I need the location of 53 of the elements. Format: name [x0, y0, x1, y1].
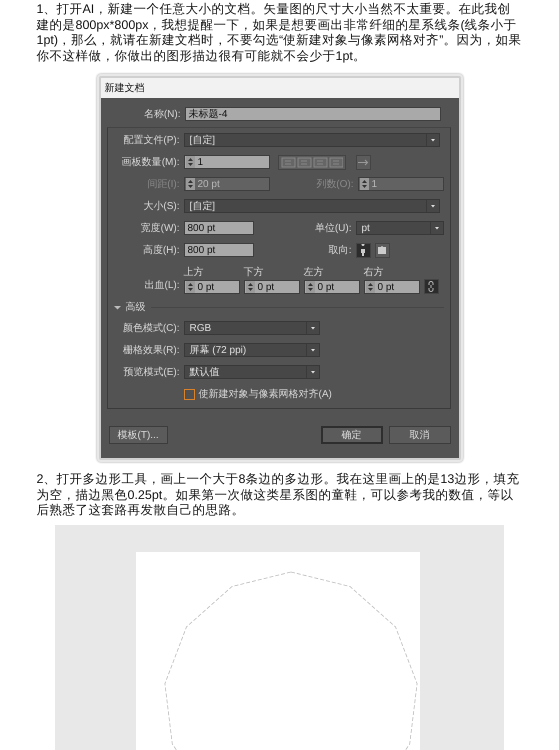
dropdown[interactable]: 默认值: [184, 365, 320, 379]
input-field[interactable]: 1: [184, 155, 270, 169]
field-label: 画板数量(M):: [120, 156, 180, 169]
checkbox-label: 使新建对象与像素网格对齐(A): [198, 388, 332, 401]
spinner-arrows-icon[interactable]: [186, 156, 194, 168]
field-label: 下方: [244, 266, 264, 279]
dialog-button[interactable]: 确定: [320, 426, 382, 444]
field-label: 高度(H):: [142, 244, 180, 257]
input-field[interactable]: 800 pt: [184, 221, 254, 235]
portrait-button[interactable]: [356, 242, 370, 258]
chain-link-icon: [428, 281, 434, 292]
landscape-button[interactable]: [374, 242, 390, 258]
input-field[interactable]: 0 pt: [244, 280, 300, 294]
arrow-button[interactable]: [356, 154, 370, 170]
disclosure-triangle-icon[interactable]: [114, 304, 120, 310]
field-label: 单位(U):: [314, 222, 352, 235]
field-label: 配置文件(P):: [122, 134, 180, 147]
dialog-title: 新建文档: [100, 78, 458, 98]
dropdown[interactable]: pt: [356, 221, 444, 235]
input-field[interactable]: 0 pt: [184, 280, 240, 294]
section-label: 高级: [126, 300, 146, 314]
field-label: 大小(S):: [142, 200, 180, 213]
input-field[interactable]: 0 pt: [364, 280, 420, 294]
spinner-arrows-icon[interactable]: [306, 281, 314, 293]
input-field[interactable]: 0 pt: [304, 280, 360, 294]
spinner-arrows-icon[interactable]: [366, 281, 374, 293]
field-label: 预览模式(E):: [122, 366, 180, 379]
dropdown[interactable]: [自定]: [184, 133, 440, 147]
field-label: 出血(L):: [144, 278, 180, 293]
checkbox[interactable]: [184, 388, 194, 400]
field-label: 宽度(W):: [140, 222, 180, 235]
grid-arrange-icon: [280, 156, 342, 168]
field-label: 名称(N):: [142, 108, 180, 121]
right-arrow-icon: [358, 158, 368, 166]
input-field[interactable]: 未标题-4: [184, 107, 440, 121]
link-button[interactable]: [424, 279, 438, 294]
field-label: 右方: [364, 266, 384, 279]
dialog-button[interactable]: 模板(T)...: [108, 426, 168, 444]
paragraph: 2、打开多边形工具，画上一个大于8条边的多边形。我在这里画上的是13边形，填充为空，描边黑色0.25pt。如果第一次做这类星系图的童鞋，可以参考我的数值，等以后熟悉了这套路再发散自己的思路。: [36, 472, 520, 518]
field-label: 颜色模式(C):: [122, 322, 180, 335]
field-label: 栅格效果(R):: [122, 344, 180, 357]
spinner-arrows-icon[interactable]: [186, 281, 194, 293]
field-label: 上方: [184, 266, 204, 279]
artboard-layout-button[interactable]: [278, 154, 346, 170]
field-label: 取向:: [328, 244, 352, 257]
spinner-arrows-icon[interactable]: [246, 281, 254, 293]
dropdown[interactable]: RGB: [184, 321, 320, 335]
dropdown[interactable]: [自定]: [184, 199, 440, 213]
input-field[interactable]: 800 pt: [184, 243, 254, 257]
paragraph: 1、打开AI，新建一个任意大小的文档。矢量图的尺寸大小当然不太重要。在此我创建的是800px*800px，我想提醒一下，如果是想要画出非常纤细的星系线条(线条小于1pt)，那么，就请在新建文档时，不要勾选“使新建对象与像素网格对齐”。因为，如果你不这样做，你做出的图形描边很有可能就不会少于1pt。: [36, 2, 522, 64]
field-label: 左方: [304, 266, 324, 279]
dialog-button[interactable]: 取消: [388, 426, 450, 444]
dropdown[interactable]: 屏幕 (72 ppi): [184, 343, 320, 357]
